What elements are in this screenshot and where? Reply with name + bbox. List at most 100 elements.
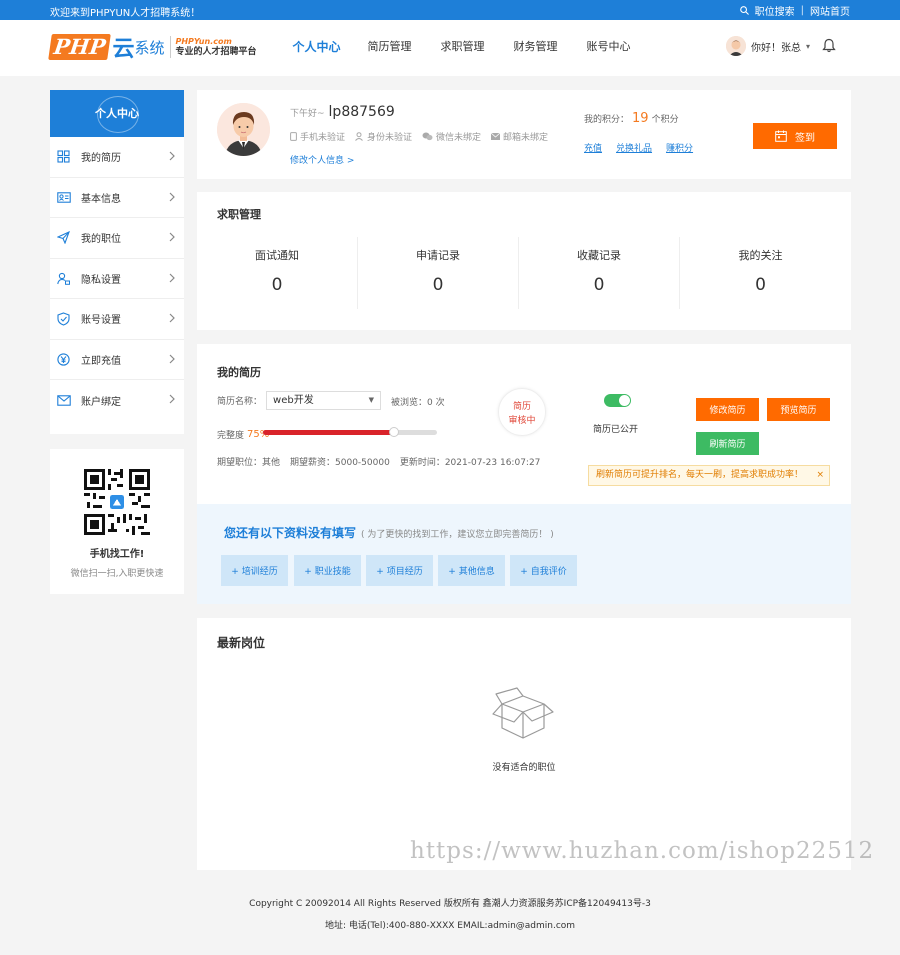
sidebar-item-account-settings[interactable]: 账号设置 bbox=[50, 299, 184, 340]
sign-in-label: 签到 bbox=[795, 132, 815, 144]
yen-coin-icon bbox=[56, 352, 71, 367]
user-menu[interactable]: 你好！张总 ▾ bbox=[726, 36, 810, 56]
sidebar-item-label: 我的职位 bbox=[81, 234, 121, 246]
grid-icon bbox=[56, 149, 71, 164]
phone-icon bbox=[290, 132, 297, 141]
close-icon[interactable]: × bbox=[816, 466, 824, 485]
mail-icon bbox=[56, 393, 71, 408]
qr-subtitle: 微信扫一扫,入职更快速 bbox=[70, 569, 164, 579]
add-self-evaluation-button[interactable]: + 自我评价 bbox=[510, 555, 577, 586]
bell-icon[interactable] bbox=[822, 38, 836, 56]
stat-label: 面试通知 bbox=[255, 249, 299, 262]
sidebar-item-privacy-settings[interactable]: 隐私设置 bbox=[50, 259, 184, 299]
refresh-tip-text: 刷新简历可提升排名，每天一刷，提高求职成功率！ bbox=[596, 470, 804, 480]
sidebar-item-account-binding[interactable]: 账户绑定 bbox=[50, 380, 184, 421]
person-icon bbox=[355, 132, 363, 141]
logo-php: PHP bbox=[48, 34, 112, 60]
nav-account-center[interactable]: 账号中心 bbox=[572, 20, 645, 76]
stat-favorite-records[interactable]: 收藏记录 0 bbox=[519, 237, 680, 309]
nav-finance-management[interactable]: 财务管理 bbox=[499, 20, 572, 76]
stat-value: 0 bbox=[593, 275, 605, 295]
main-nav: 个人中心 简历管理 求职管理 财务管理 账号中心 bbox=[280, 20, 645, 76]
stat-value: 0 bbox=[271, 275, 283, 295]
earn-points-link[interactable]: 赚积分 bbox=[666, 141, 693, 154]
sidebar: 个人中心 我的简历 基本信息 我的职位 隐私设置 账号设置 立即充值 账户绑定 bbox=[50, 90, 184, 434]
nav-job-management[interactable]: 求职管理 bbox=[426, 20, 499, 76]
footer-copyright: Copyright C 20092014 All Rights Reserved… bbox=[249, 899, 651, 909]
wechat-icon bbox=[422, 132, 433, 141]
points-display: 我的积分： 19 个积分 bbox=[584, 111, 679, 126]
site-home-link[interactable]: 网站首页 bbox=[810, 3, 850, 18]
search-icon bbox=[739, 6, 749, 15]
empty-box-icon bbox=[490, 686, 556, 745]
id-card-icon bbox=[56, 190, 71, 205]
user-avatar bbox=[726, 36, 746, 56]
updated-time: 更新时间：2021-07-23 16:07:27 bbox=[399, 458, 541, 468]
add-other-info-button[interactable]: + 其他信息 bbox=[438, 555, 505, 586]
logo-domain: PHPYun.com bbox=[175, 37, 232, 46]
sidebar-item-basic-info[interactable]: 基本信息 bbox=[50, 178, 184, 218]
time-greeting: 下午好~ bbox=[290, 109, 325, 119]
sidebar-item-label: 账号设置 bbox=[81, 315, 121, 327]
main-header: PHP 云 系统 PHPYun.com 专业的人才招聘平台 个人中心 简历管理 … bbox=[0, 20, 900, 76]
verify-email[interactable]: 邮箱未绑定 bbox=[491, 130, 548, 143]
public-toggle[interactable] bbox=[604, 394, 631, 407]
verify-phone[interactable]: 手机未验证 bbox=[290, 130, 345, 143]
edit-resume-button[interactable]: 修改简历 bbox=[696, 398, 759, 421]
incomplete-subtitle: ( 为了更快的找到工作，建议您立即完善简历！ ) bbox=[361, 530, 554, 540]
points-unit: 个积分 bbox=[651, 115, 679, 125]
sidebar-item-label: 我的简历 bbox=[81, 153, 121, 165]
completeness-bar-knob bbox=[388, 427, 399, 437]
sidebar-item-my-jobs[interactable]: 我的职位 bbox=[50, 218, 184, 259]
refresh-resume-button[interactable]: 刷新简历 bbox=[696, 432, 759, 455]
mail-icon bbox=[491, 133, 501, 140]
stat-my-follows[interactable]: 我的关注 0 bbox=[680, 237, 841, 309]
expected-position: 期望职位：其他 bbox=[217, 458, 281, 468]
resume-view-count: 被浏览：0 次 bbox=[391, 398, 445, 408]
top-separator: | bbox=[800, 5, 804, 16]
chevron-right-icon bbox=[169, 273, 175, 286]
sidebar-item-recharge[interactable]: 立即充值 bbox=[50, 340, 184, 380]
verification-list: 手机未验证 身份未验证 微信未绑定 邮箱未绑定 bbox=[290, 130, 548, 143]
sign-in-button[interactable]: 签到 bbox=[753, 123, 837, 149]
chevron-right-icon bbox=[169, 232, 175, 245]
watermark-text: https://www.huzhan.com/ishop22512 bbox=[410, 838, 875, 864]
redeem-gifts-link[interactable]: 兑换礼品 bbox=[616, 141, 652, 154]
points-label: 我的积分： bbox=[584, 115, 630, 125]
stat-label: 申请记录 bbox=[416, 249, 460, 262]
preview-resume-button[interactable]: 预览简历 bbox=[767, 398, 830, 421]
footer-contact: 地址: 电话(Tel):400-880-XXXX EMAIL:admin@adm… bbox=[324, 921, 576, 931]
nav-resume-management[interactable]: 简历管理 bbox=[353, 20, 426, 76]
site-logo[interactable]: PHP 云 系统 PHPYun.com 专业的人才招聘平台 bbox=[48, 31, 256, 63]
chevron-down-icon: ▾ bbox=[806, 41, 811, 51]
refresh-tip: 刷新简历可提升排名，每天一刷，提高求职成功率！ × bbox=[588, 465, 830, 486]
completeness-bar-fill bbox=[263, 430, 394, 435]
incomplete-info-panel: 您还有以下资料没有填写 ( 为了更快的找到工作，建议您立即完善简历！ ) + 培… bbox=[197, 504, 851, 604]
edit-profile-link[interactable]: 修改个人信息 > bbox=[290, 153, 354, 166]
my-resume-panel: 我的简历 简历名称： web开发 ▼ 被浏览：0 次 完整度 75% 期望职位：… bbox=[197, 344, 851, 504]
top-bar: 欢迎来到PHPYUN人才招聘系统！ 职位搜索 | 网站首页 bbox=[0, 0, 900, 20]
qr-code-icon bbox=[84, 469, 150, 535]
stat-interview-notices[interactable]: 面试通知 0 bbox=[197, 237, 358, 309]
user-lock-icon bbox=[56, 271, 71, 286]
recharge-link[interactable]: 充值 bbox=[584, 141, 602, 154]
my-resume-title: 我的简历 bbox=[217, 366, 261, 379]
sidebar-item-my-resume[interactable]: 我的简历 bbox=[50, 137, 184, 178]
stat-value: 0 bbox=[432, 275, 444, 295]
add-training-button[interactable]: + 培训经历 bbox=[221, 555, 288, 586]
resume-meta: 期望职位：其他 期望薪资：5000-50000 更新时间：2021-07-23 … bbox=[217, 455, 540, 468]
resume-name-label: 简历名称： bbox=[217, 397, 263, 407]
add-skills-button[interactable]: + 职业技能 bbox=[294, 555, 361, 586]
user-greeting: 你好！张总 bbox=[751, 42, 801, 54]
nav-personal-center[interactable]: 个人中心 bbox=[280, 20, 353, 76]
stat-application-records[interactable]: 申请记录 0 bbox=[358, 237, 519, 309]
job-search-link[interactable]: 职位搜索 bbox=[755, 3, 795, 18]
completeness-label: 完整度 bbox=[217, 431, 245, 441]
user-avatar-large[interactable] bbox=[217, 103, 270, 156]
add-projects-button[interactable]: + 项目经历 bbox=[366, 555, 433, 586]
latest-jobs-title: 最新岗位 bbox=[217, 636, 266, 650]
points-value: 19 bbox=[632, 111, 649, 126]
resume-select[interactable]: web开发 ▼ bbox=[266, 391, 382, 410]
verify-identity[interactable]: 身份未验证 bbox=[355, 130, 412, 143]
verify-wechat[interactable]: 微信未绑定 bbox=[422, 130, 481, 143]
